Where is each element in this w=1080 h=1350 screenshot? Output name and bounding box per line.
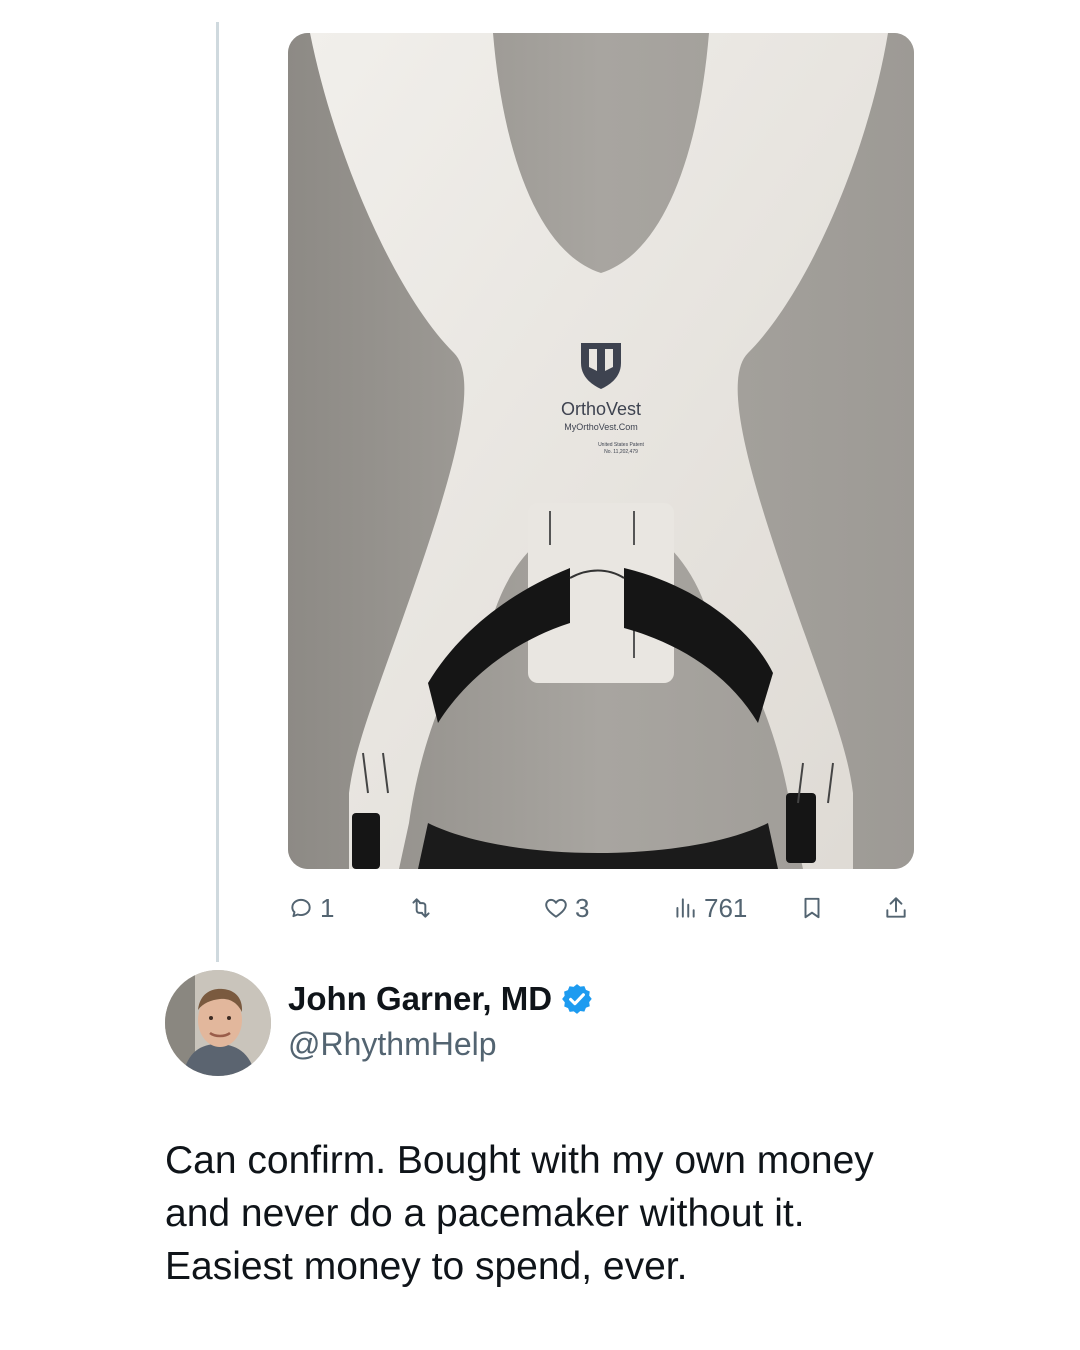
views-button[interactable]: 761 — [672, 886, 747, 930]
retweet-icon — [412, 898, 430, 918]
orthovest-brand-text: OrthoVest — [561, 399, 641, 419]
like-button[interactable]: 3 — [543, 886, 589, 930]
tweet-text: Can confirm. Bought with my own money an… — [165, 1134, 1025, 1293]
tweet-media-image[interactable]: OrthoVest MyOrthoVest.Com United States … — [288, 33, 914, 869]
reply-icon — [291, 898, 311, 918]
bookmark-icon — [804, 897, 820, 919]
share-icon — [886, 897, 906, 918]
author-handle[interactable]: @RhythmHelp — [288, 1026, 497, 1063]
retweet-button[interactable] — [408, 886, 434, 930]
reply-button[interactable]: 1 — [288, 886, 334, 930]
tweet-action-bar: 1 3 761 — [288, 886, 914, 930]
verified-badge-icon — [562, 984, 592, 1014]
like-count: 3 — [575, 892, 590, 923]
orthovest-patent-text: United States Patent — [598, 442, 644, 448]
tweet-text-line: Easiest money to spend, ever. — [165, 1245, 688, 1288]
thread-connector-line — [216, 22, 219, 962]
orthovest-photo: OrthoVest MyOrthoVest.Com United States … — [288, 33, 914, 869]
author-name: John Garner, MD — [288, 980, 553, 1017]
orthovest-patent-number: No. 11,202,479 — [604, 449, 638, 455]
tweet-text-line: Can confirm. Bought with my own money — [165, 1139, 874, 1182]
views-chart-icon — [676, 898, 695, 918]
reply-count: 1 — [320, 892, 335, 923]
orthovest-url-text: MyOrthoVest.Com — [564, 422, 638, 432]
heart-icon — [545, 898, 567, 918]
tweet-text-line: and never do a pacemaker without it. — [165, 1192, 805, 1235]
avatar[interactable] — [165, 970, 271, 1076]
profile-photo — [165, 970, 271, 1076]
view-count: 761 — [704, 892, 748, 923]
bookmark-button[interactable] — [799, 886, 825, 930]
author-name-row[interactable]: John Garner, MD — [288, 980, 594, 1018]
share-button[interactable] — [883, 886, 909, 930]
